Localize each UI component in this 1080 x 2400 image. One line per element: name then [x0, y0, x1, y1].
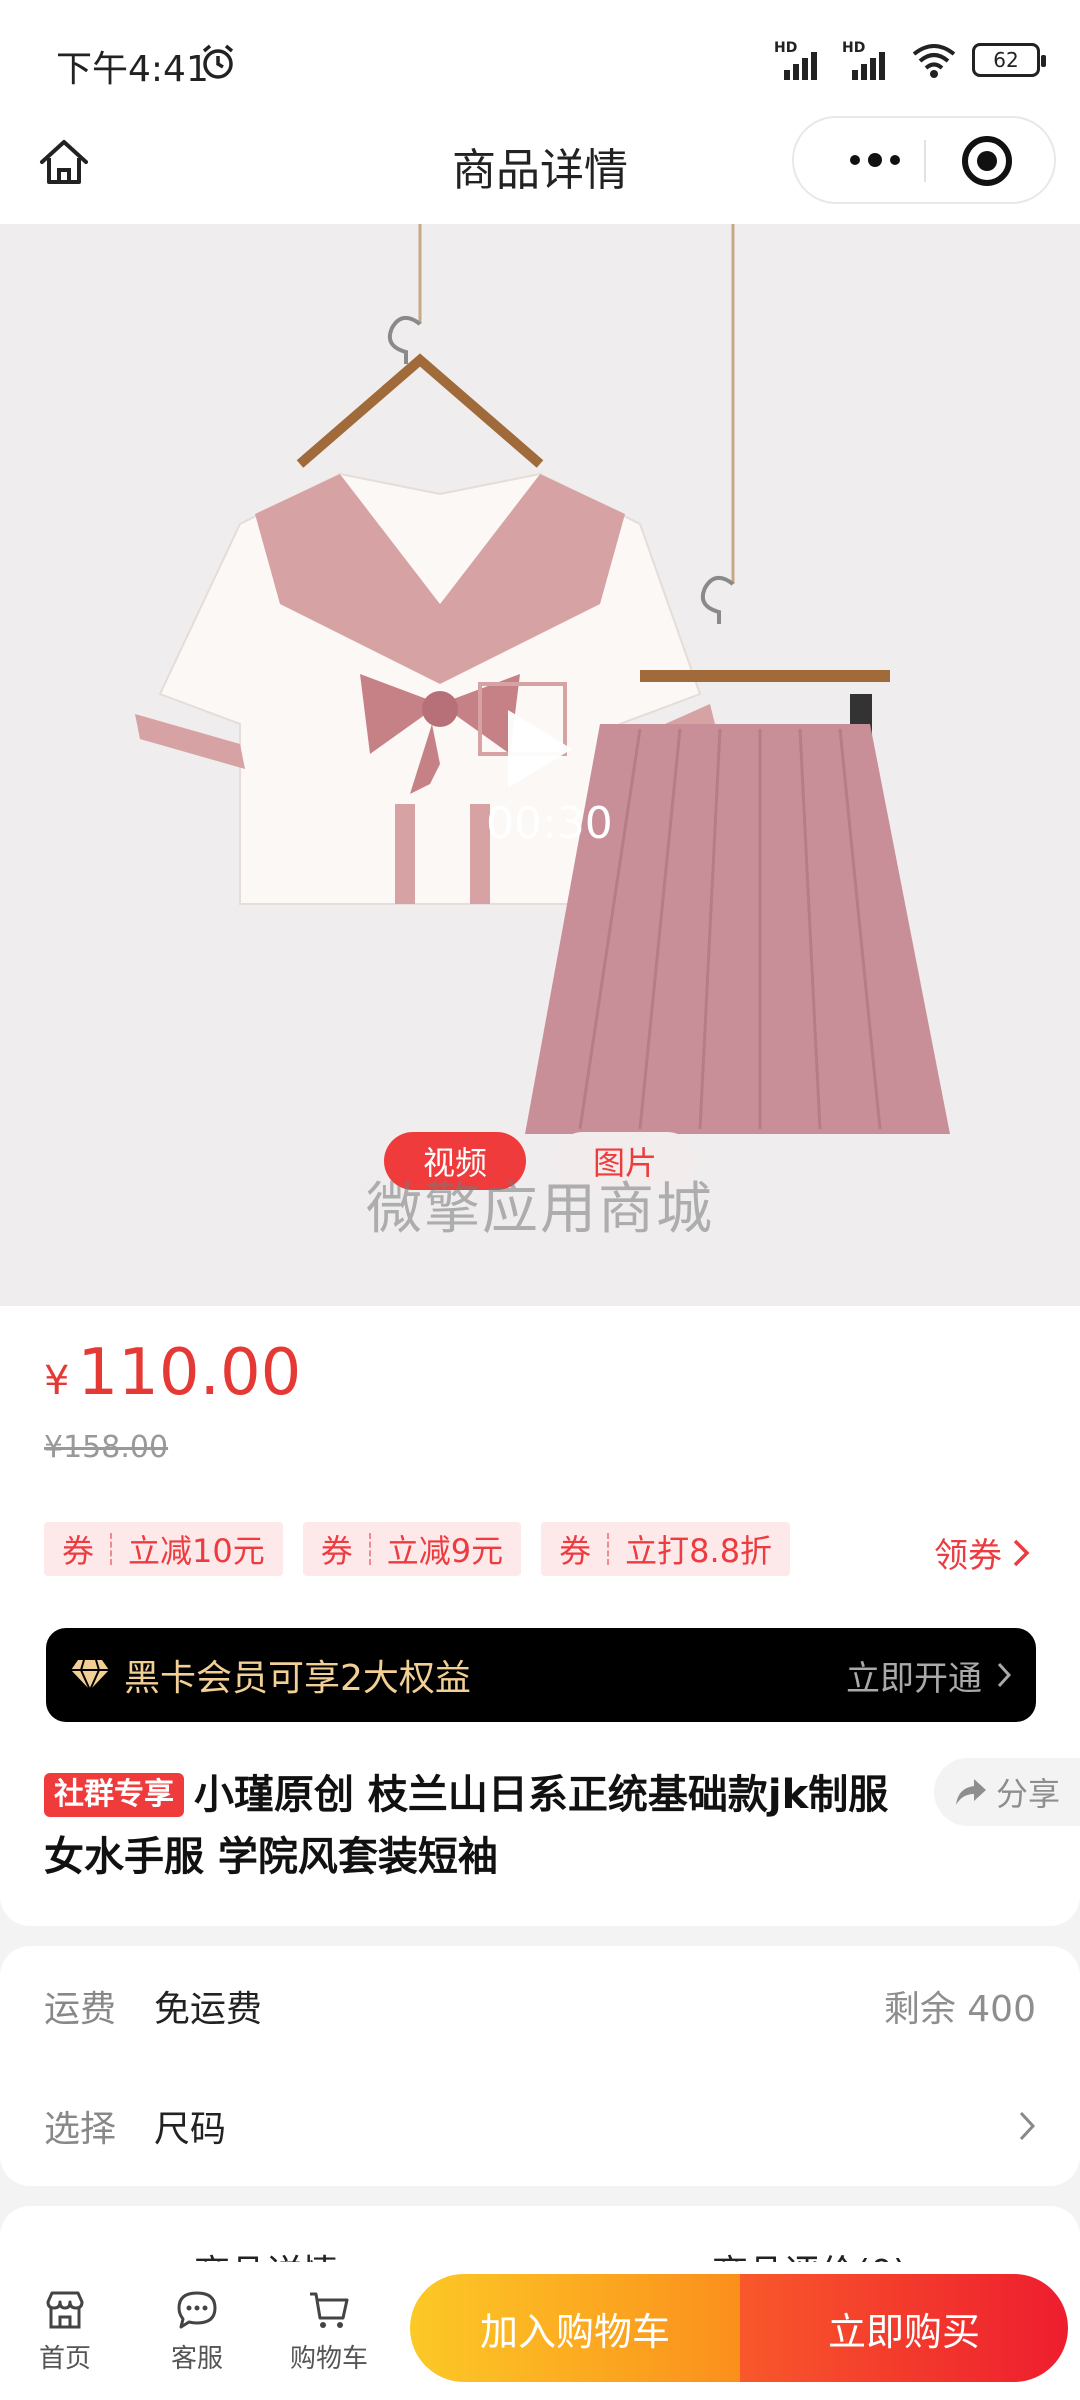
shipping-card: 运费 免运费 剩余 400 选择 尺码 — [0, 1946, 1080, 2186]
shipping-value: 免运费 — [154, 1989, 263, 2030]
cell-signal-icon: HD — [842, 40, 896, 80]
cta-group: 加入购物车 立即购买 — [410, 2274, 1068, 2382]
get-coupon-button[interactable]: 领券 — [934, 1528, 1030, 1577]
bottom-home-button[interactable]: 首页 — [10, 2288, 120, 2375]
play-icon[interactable] — [500, 704, 580, 794]
alarm-icon — [202, 44, 234, 79]
currency-symbol: ¥ — [44, 1358, 70, 1404]
battery-icon: 62 — [972, 43, 1046, 77]
member-open-button[interactable]: 立即开通 — [846, 1651, 1012, 1700]
shipping-label: 运费 — [44, 1989, 117, 2030]
original-price: ¥158.00 — [44, 1430, 169, 1465]
status-time: 下午4:41 — [56, 49, 209, 90]
product-title: 社群专享 小瑾原创 枝兰山日系正统基础款jk制服女水手服 学院风套装短袖 — [44, 1764, 914, 1888]
cell-signal-icon: HD — [774, 40, 828, 80]
bottom-action-bar: 首页 客服 购物车 加入购物车 立即购买 — [0, 2262, 1080, 2400]
diamond-icon — [71, 1659, 109, 1692]
watermark: 微擎应用商城 — [366, 1177, 714, 1242]
nav-bar: 商品详情 — [0, 116, 1080, 224]
current-price: ¥ 110.00 — [44, 1336, 301, 1410]
chevron-right-icon — [1019, 2111, 1036, 2141]
product-media[interactable]: 00:30 视频 图片 微擎应用商城 — [0, 224, 1080, 1306]
battery-level: 62 — [993, 48, 1019, 72]
member-text: 黑卡会员可享2大权益 — [124, 1658, 471, 1699]
bottom-cart-button[interactable]: 购物车 — [274, 2288, 384, 2375]
stock-count: 剩余 400 — [883, 1989, 1036, 2030]
chevron-right-icon — [997, 1662, 1012, 1688]
close-target-icon[interactable] — [962, 136, 1012, 186]
cart-icon — [310, 2292, 349, 2328]
coupon-badge[interactable]: 券立减9元 — [302, 1522, 522, 1576]
coupon-list: 券立减10元 券立减9元 券立打8.8折 — [44, 1522, 791, 1576]
status-bar: 下午4:41 HD HD 62 — [0, 0, 1080, 120]
select-label: 选择 — [44, 2109, 117, 2150]
price-card: ¥ 110.00 ¥158.00 券立减10元 券立减9元 券立打8.8折 领券… — [0, 1306, 1080, 1926]
more-icon[interactable] — [830, 118, 920, 202]
mini-program-capsule — [792, 116, 1056, 204]
share-button[interactable]: 分享 — [934, 1758, 1080, 1826]
promo-tag: 社群专享 — [44, 1773, 184, 1817]
coupon-badge[interactable]: 券立打8.8折 — [541, 1522, 791, 1576]
capsule-divider — [924, 140, 926, 182]
buy-now-button[interactable]: 立即购买 — [740, 2274, 1068, 2382]
price-value: 110.00 — [77, 1336, 302, 1410]
chevron-right-icon — [1013, 1539, 1030, 1566]
bottom-service-button[interactable]: 客服 — [142, 2288, 252, 2375]
video-duration: 00:30 — [486, 798, 613, 849]
store-icon — [46, 2291, 84, 2329]
share-icon — [955, 1779, 986, 1805]
select-spec-row[interactable]: 选择 尺码 — [44, 2096, 1036, 2156]
shipping-row: 运费 免运费 剩余 400 — [44, 1976, 1036, 2036]
wifi-icon — [912, 44, 956, 78]
coupon-badge[interactable]: 券立减10元 — [44, 1522, 283, 1576]
add-to-cart-button[interactable]: 加入购物车 — [410, 2274, 740, 2382]
chat-icon — [177, 2291, 217, 2329]
select-value: 尺码 — [154, 2109, 227, 2150]
member-banner[interactable]: 黑卡会员可享2大权益 立即开通 — [46, 1628, 1036, 1722]
